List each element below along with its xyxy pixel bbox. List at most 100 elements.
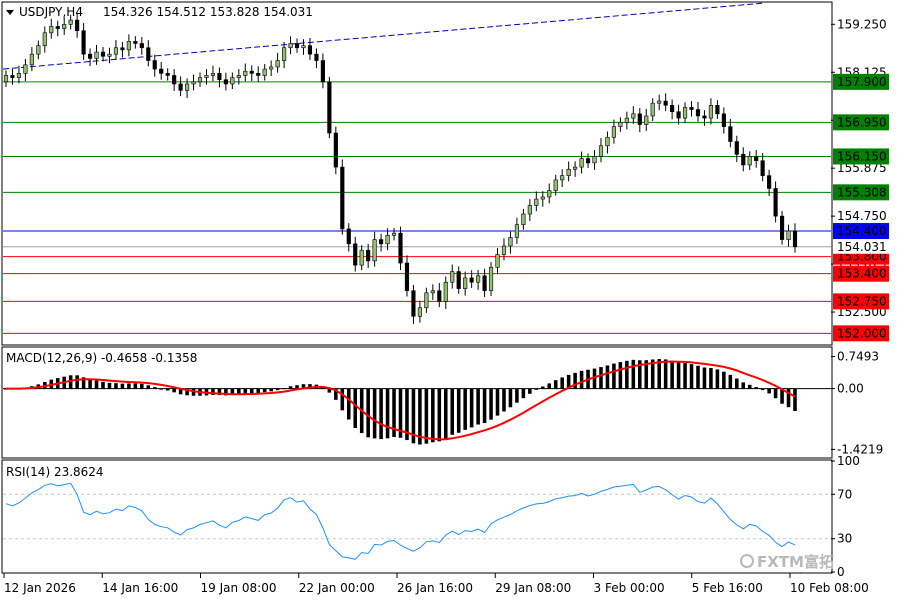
- macd-bar: [88, 379, 92, 389]
- candle-body: [540, 196, 545, 200]
- macd-bar: [663, 359, 668, 389]
- candle-body: [650, 102, 655, 117]
- candle-body: [708, 105, 714, 119]
- candle-body: [314, 53, 319, 61]
- candle-body: [197, 77, 203, 83]
- macd-bar: [612, 363, 616, 389]
- macd-bar: [793, 388, 797, 411]
- candle-body: [456, 271, 461, 289]
- candle-body: [165, 73, 170, 76]
- candle-body: [379, 239, 384, 245]
- candle-body: [62, 24, 67, 29]
- macd-bar: [676, 362, 681, 389]
- macd-bar: [515, 388, 519, 403]
- level-label: 156.950: [837, 115, 887, 129]
- macd-bar: [127, 383, 131, 389]
- price-panel[interactable]: 159.250158.125157.000155.875154.750153.6…: [1, 1, 889, 346]
- candle-body: [631, 113, 636, 119]
- candle-body: [592, 156, 597, 164]
- macd-bar: [541, 386, 545, 389]
- rsi-label: RSI(14) 23.8624: [6, 465, 104, 479]
- macd-bar: [657, 359, 661, 389]
- candle-body: [760, 160, 765, 176]
- candle-body: [301, 45, 306, 49]
- macd-bar: [340, 388, 345, 411]
- rsi-tick-label: 70: [837, 487, 852, 501]
- candle-body: [366, 249, 371, 262]
- candle-body: [262, 68, 267, 76]
- macd-bar: [631, 359, 636, 389]
- candle-body: [676, 111, 681, 119]
- rsi-tick-label: 30: [837, 532, 852, 546]
- candle-body: [773, 188, 778, 217]
- macd-bar: [282, 388, 286, 390]
- macd-bar: [456, 388, 461, 433]
- candle-body: [443, 281, 448, 302]
- macd-bar: [101, 381, 105, 389]
- candle-body: [333, 132, 338, 168]
- candle-body: [547, 190, 552, 198]
- macd-bar: [346, 388, 351, 420]
- candle-body: [566, 168, 571, 176]
- macd-bar: [521, 388, 526, 399]
- level-label: 155.308: [837, 185, 887, 199]
- candle-body: [249, 70, 254, 74]
- candle-body: [398, 232, 403, 264]
- candle-body: [327, 81, 332, 134]
- candle-body: [120, 47, 125, 51]
- candle-body: [463, 277, 468, 289]
- macd-bar: [579, 370, 584, 389]
- candle-body: [754, 156, 759, 162]
- macd-bar: [295, 385, 299, 389]
- candle-body: [223, 79, 228, 85]
- candle-body: [75, 19, 80, 32]
- candle-body: [100, 51, 106, 57]
- candle-body: [185, 83, 190, 91]
- candle-body: [573, 166, 578, 170]
- macd-bar: [152, 387, 157, 389]
- candle-body: [728, 126, 733, 142]
- symbol-title: USDJPY,H4: [19, 5, 83, 19]
- time-tick-label: 10 Feb 08:00: [790, 581, 869, 595]
- trading-chart[interactable]: 159.250158.125157.000155.875154.750153.6…: [0, 0, 900, 600]
- candle-body: [721, 113, 726, 127]
- candle-body: [87, 53, 93, 59]
- rsi-axis: 100 70 30 0: [831, 454, 860, 579]
- macd-bar: [476, 388, 480, 425]
- candle-body: [210, 73, 216, 76]
- candle-body: [605, 136, 610, 147]
- macd-tick-label: 0.7493: [837, 350, 879, 364]
- price-tick-label: 159.250: [837, 17, 887, 31]
- candle-body: [715, 105, 720, 115]
- time-tick-label: 29 Jan 08:00: [495, 581, 571, 595]
- price-tick-label: 154.750: [837, 209, 887, 223]
- macd-bar: [773, 388, 778, 399]
- candle-body: [204, 75, 209, 78]
- candle-body: [430, 290, 435, 294]
- candle-body: [411, 290, 416, 317]
- candle-body: [767, 175, 772, 189]
- candle-body: [126, 41, 131, 51]
- time-tick-label: 19 Jan 08:00: [201, 581, 277, 595]
- macd-bar: [754, 387, 758, 389]
- macd-bar: [379, 388, 383, 440]
- candle-body: [10, 75, 15, 78]
- macd-bar: [702, 367, 707, 389]
- candle-body: [42, 32, 47, 46]
- time-tick-label: 5 Feb 16:00: [692, 581, 763, 595]
- macd-bar: [728, 374, 733, 389]
- candle-body: [624, 117, 629, 123]
- candle-body: [81, 30, 86, 55]
- time-tick-label: 22 Jan 00:00: [299, 581, 375, 595]
- macd-panel[interactable]: 0.74930.00-1.4219 MACD(12,26,9) -0.4658 …: [1, 346, 883, 459]
- rsi-panel[interactable]: 100 70 30 0 RSI(14) 23.8624: [1, 454, 860, 579]
- candle-body: [514, 224, 519, 238]
- candle-body: [159, 68, 164, 74]
- macd-bar: [424, 388, 429, 444]
- candle-body: [618, 122, 623, 127]
- macd-bar: [625, 360, 629, 389]
- candle-body: [36, 45, 41, 55]
- candle-body: [670, 105, 675, 112]
- level-label: 152.000: [837, 326, 887, 340]
- macd-bar: [495, 388, 500, 416]
